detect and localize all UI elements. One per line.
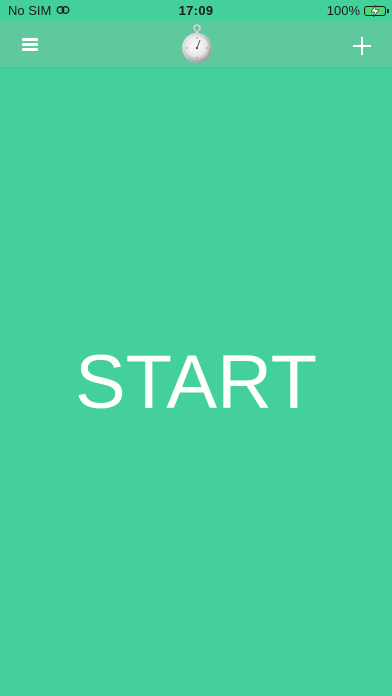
status-right: 100% xyxy=(326,3,389,18)
hamburger-menu-icon-line xyxy=(22,43,38,46)
start-label: START xyxy=(74,340,318,425)
hamburger-menu-icon xyxy=(22,38,38,41)
battery-percent: 100% xyxy=(326,3,360,18)
battery-cap xyxy=(387,8,389,13)
add-button[interactable] xyxy=(350,34,374,58)
battery-icon xyxy=(364,4,389,17)
status-bar: No SIM 17:09 100% xyxy=(0,0,392,22)
plus-icon xyxy=(353,37,371,55)
hamburger-menu-icon-line xyxy=(22,48,38,51)
navigation-bar xyxy=(0,22,392,68)
start-button[interactable]: START xyxy=(0,68,392,696)
stopwatch-icon xyxy=(182,24,212,63)
charging-bolt-icon xyxy=(371,4,379,17)
menu-button[interactable] xyxy=(20,35,42,55)
